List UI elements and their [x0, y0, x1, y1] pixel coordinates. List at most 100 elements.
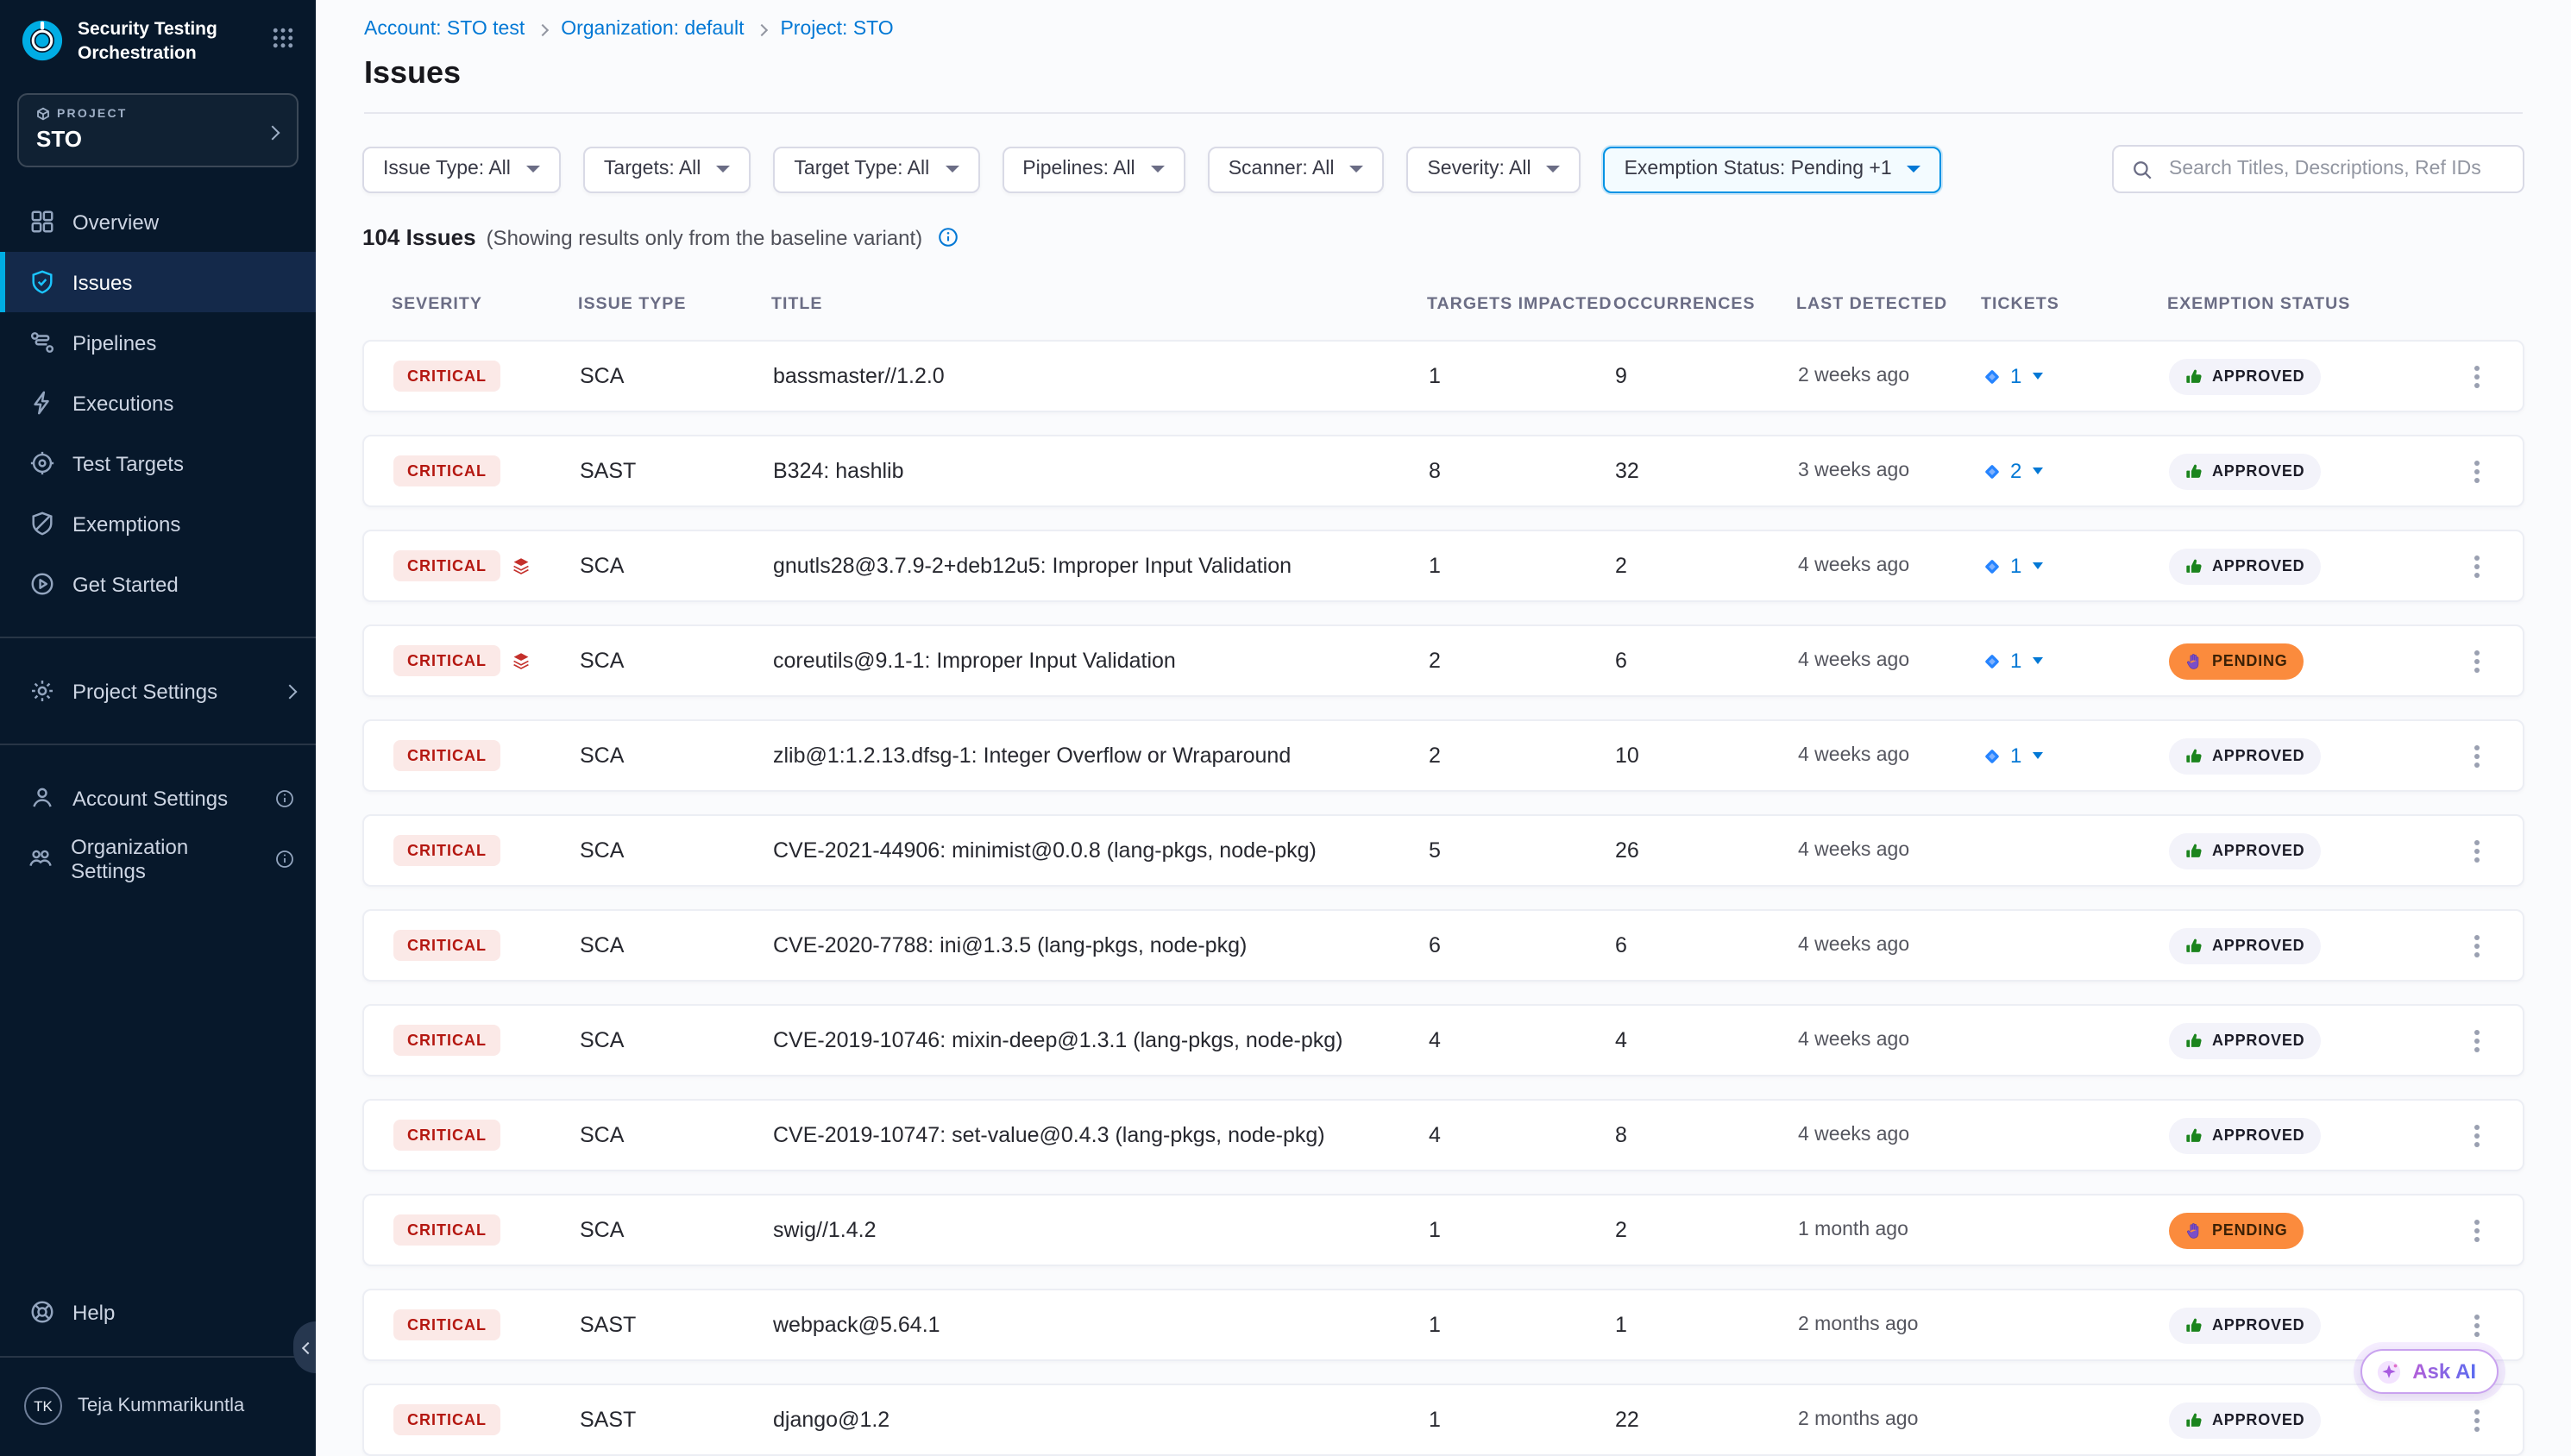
table-row[interactable]: CRITICAL SCA CVE-2021-44906: minimist@0.…	[362, 814, 2524, 887]
kebab-menu[interactable]	[2474, 468, 2480, 474]
targets-impacted-value: 8	[1429, 459, 1615, 483]
exemption-status-badge: APPROVED	[2169, 548, 2320, 584]
filter-dropdown[interactable]: Severity: All	[1406, 146, 1581, 192]
table-row[interactable]: CRITICAL SCA bassmaster//1.2.0 1 9 2 wee…	[362, 340, 2524, 412]
filter-dropdown[interactable]: Pipelines: All	[1002, 146, 1185, 192]
filter-dropdown[interactable]: Targets: All	[583, 146, 751, 192]
breadcrumb-account[interactable]: Account: STO test	[364, 19, 525, 40]
issue-title: CVE-2020-7788: ini@1.3.5 (lang-pkgs, nod…	[773, 933, 1429, 957]
sidebar-item-executions[interactable]: Executions	[0, 373, 316, 434]
filter-dropdown[interactable]: Target Type: All	[773, 146, 979, 192]
table-row[interactable]: CRITICAL SAST django@1.2 1 22 2 months a…	[362, 1384, 2524, 1456]
exemption-status-badge: APPROVED	[2169, 1022, 2320, 1058]
table-row[interactable]: CRITICAL SAST B324: hashlib 8 32 3 weeks…	[362, 435, 2524, 507]
occurrences-value: 2	[1615, 554, 1798, 578]
app-switcher-icon[interactable]	[271, 26, 295, 59]
target-icon	[28, 450, 55, 478]
table-row[interactable]: CRITICAL SCA CVE-2020-7788: ini@1.3.5 (l…	[362, 909, 2524, 982]
kebab-menu[interactable]	[2474, 1038, 2480, 1043]
sidebar-item-test-targets[interactable]: Test Targets	[0, 434, 316, 494]
sidebar-item-get-started[interactable]: Get Started	[0, 555, 316, 615]
table-row[interactable]: CRITICAL SCA CVE-2019-10746: mixin-deep@…	[362, 1004, 2524, 1076]
table-row[interactable]: CRITICAL SCA zlib@1:1.2.13.dfsg-1: Integ…	[362, 719, 2524, 792]
column-issue-type: ISSUE TYPE	[578, 295, 771, 314]
issues-table: SEVERITY ISSUE TYPE TITLE TARGETS IMPACT…	[316, 295, 2571, 1456]
last-detected-value: 4 weeks ago	[1798, 935, 1983, 956]
info-icon[interactable]	[936, 226, 959, 248]
issue-type: SCA	[580, 1218, 773, 1242]
search-icon	[2131, 158, 2153, 180]
thumbs-up-icon	[2184, 1315, 2203, 1334]
chevron-down-icon	[2032, 752, 2042, 759]
kebab-menu[interactable]	[2474, 1322, 2480, 1327]
table-row[interactable]: CRITICAL SCA swig//1.4.2 1 2 1 month ago	[362, 1194, 2524, 1266]
issue-type: SAST	[580, 459, 773, 483]
account-icon	[28, 785, 55, 813]
exemption-status-badge: APPROVED	[2169, 453, 2320, 489]
ticket-chip[interactable]: 2	[1983, 459, 2042, 483]
kebab-menu[interactable]	[2474, 563, 2480, 568]
kebab-menu[interactable]	[2474, 848, 2480, 853]
exemptions-icon	[28, 511, 55, 538]
issue-type: SCA	[580, 838, 773, 863]
table-row[interactable]: CRITICAL SCA gnutls28@3.7.9-2+deb12u5: I…	[362, 530, 2524, 602]
sidebar-item-overview[interactable]: Overview	[0, 192, 316, 253]
sidebar-item-project-settings[interactable]: Project Settings	[0, 662, 316, 722]
issue-title: zlib@1:1.2.13.dfsg-1: Integer Overflow o…	[773, 744, 1429, 768]
issue-title: swig//1.4.2	[773, 1218, 1429, 1242]
ask-ai-button[interactable]: Ask AI	[2360, 1349, 2499, 1394]
breadcrumb-project[interactable]: Project: STO	[780, 19, 893, 40]
app-title: Security Testing Orchestration	[78, 19, 233, 66]
hand-icon	[2184, 1221, 2203, 1239]
sidebar-item-exemptions[interactable]: Exemptions	[0, 494, 316, 555]
targets-impacted-value: 2	[1429, 649, 1615, 673]
table-row[interactable]: CRITICAL SCA CVE-2019-10747: set-value@0…	[362, 1099, 2524, 1171]
last-detected-value: 2 months ago	[1798, 1315, 1983, 1335]
kebab-menu[interactable]	[2474, 1227, 2480, 1233]
search-box	[2112, 145, 2524, 193]
thumbs-up-icon	[2184, 936, 2203, 955]
kebab-menu[interactable]	[2474, 1133, 2480, 1138]
pipelines-icon	[28, 329, 55, 357]
filter-dropdown[interactable]: Exemption Status: Pending +1	[1604, 146, 1942, 192]
ticket-chip[interactable]: 1	[1983, 744, 2042, 768]
baseline-note: (Showing results only from the baseline …	[487, 225, 923, 249]
ticket-chip[interactable]: 1	[1983, 649, 2042, 673]
kebab-menu[interactable]	[2474, 658, 2480, 663]
project-name: STO	[36, 127, 280, 153]
ticket-chip[interactable]: 1	[1983, 364, 2042, 388]
project-selector[interactable]: PROJECT STO	[17, 94, 299, 168]
issue-title: coreutils@9.1-1: Improper Input Validati…	[773, 649, 1429, 673]
filter-dropdown[interactable]: Issue Type: All	[362, 146, 561, 192]
chevron-down-icon	[526, 166, 540, 173]
filter-dropdown[interactable]: Scanner: All	[1208, 146, 1385, 192]
exemption-status-badge: APPROVED	[2169, 358, 2320, 394]
table-row[interactable]: CRITICAL SAST webpack@5.64.1 1 1 2 month…	[362, 1289, 2524, 1361]
get-started-icon	[28, 571, 55, 599]
sparkle-icon	[2376, 1359, 2402, 1384]
exemption-status-badge: APPROVED	[2169, 1307, 2320, 1343]
help-icon	[28, 1298, 55, 1326]
kebab-menu[interactable]	[2474, 753, 2480, 758]
table-row[interactable]: CRITICAL SCA coreutils@9.1-1: Improper I…	[362, 624, 2524, 697]
kebab-menu[interactable]	[2474, 373, 2480, 379]
app-logo-icon[interactable]	[21, 19, 64, 62]
breadcrumb: Account: STO test Organization: default …	[364, 19, 2523, 40]
sidebar-item-help[interactable]: Help	[0, 1282, 316, 1342]
issue-type: SCA	[580, 649, 773, 673]
breadcrumb-organization[interactable]: Organization: default	[561, 19, 744, 40]
severity-badge: CRITICAL	[393, 1025, 500, 1056]
issue-title: bassmaster//1.2.0	[773, 364, 1429, 388]
thumbs-up-icon	[2184, 367, 2203, 386]
kebab-menu[interactable]	[2474, 943, 2480, 948]
search-input[interactable]	[2166, 157, 2505, 181]
ticket-chip[interactable]: 1	[1983, 554, 2042, 578]
sidebar-item-pipelines[interactable]: Pipelines	[0, 313, 316, 373]
targets-impacted-value: 1	[1429, 554, 1615, 578]
sidebar-item-account-settings[interactable]: Account Settings	[0, 769, 316, 829]
sidebar-item-issues[interactable]: Issues	[0, 253, 316, 313]
kebab-menu[interactable]	[2474, 1417, 2480, 1422]
sidebar-item-organization-settings[interactable]: Organization Settings	[0, 829, 316, 889]
column-severity: SEVERITY	[392, 295, 578, 314]
user-profile[interactable]: TK Teja Kummarikuntla	[0, 1371, 316, 1442]
